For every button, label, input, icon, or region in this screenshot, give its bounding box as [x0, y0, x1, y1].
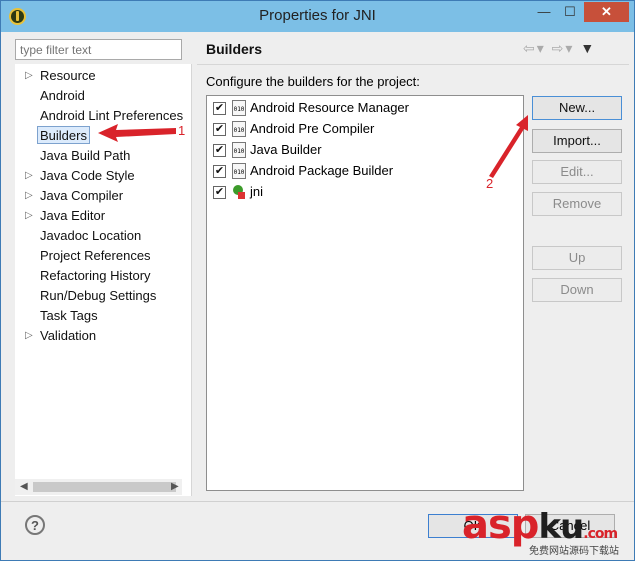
watermark-asp: asp	[462, 502, 539, 548]
scrollbar-thumb[interactable]	[33, 482, 176, 492]
back-menu-icon[interactable]: ▾	[537, 40, 546, 56]
import-button[interactable]: Import...	[532, 129, 622, 153]
builder-checkbox[interactable]: ✔	[213, 123, 226, 136]
close-button[interactable]: ✕	[584, 2, 629, 22]
tree-item-builders[interactable]: Builders	[37, 126, 90, 144]
forward-arrow-icon[interactable]: ⇨	[552, 40, 566, 56]
tree-horizontal-scrollbar[interactable]: ◀ ▶	[15, 479, 182, 495]
builder-label: Android Pre Compiler	[250, 121, 375, 136]
property-page-tree: ▷ Resource Android Android Lint Preferen…	[15, 64, 192, 496]
scroll-left-icon[interactable]: ◀	[20, 479, 28, 495]
tree-item-project-references[interactable]: Project References	[40, 247, 151, 265]
tree-item-java-compiler[interactable]: Java Compiler	[40, 187, 123, 205]
edit-button[interactable]: Edit...	[532, 160, 622, 184]
remove-button[interactable]: Remove	[532, 192, 622, 216]
tree-item-run-debug-settings[interactable]: Run/Debug Settings	[40, 287, 156, 305]
builder-checkbox[interactable]: ✔	[213, 144, 226, 157]
page-navigation: ⇦▾ ⇨▾ ▼	[523, 40, 596, 57]
builder-label: jni	[250, 184, 264, 199]
builder-010-icon: 010	[232, 163, 246, 179]
builder-label: Android Package Builder	[250, 163, 394, 178]
scroll-right-icon[interactable]: ▶	[171, 479, 179, 495]
tree-item-task-tags[interactable]: Task Tags	[40, 307, 98, 325]
expand-java-editor-icon[interactable]: ▷	[25, 207, 33, 225]
filter-input[interactable]	[15, 39, 182, 60]
expand-validation-icon[interactable]: ▷	[25, 327, 33, 345]
watermark-ku: ku	[538, 507, 584, 547]
tree-item-java-code-style[interactable]: Java Code Style	[40, 167, 135, 185]
builder-checkbox[interactable]: ✔	[213, 165, 226, 178]
tree-item-android-lint[interactable]: Android Lint Preferences	[40, 107, 183, 125]
footer-divider	[1, 501, 634, 502]
builder-010-icon: 010	[232, 142, 246, 158]
down-button[interactable]: Down	[532, 278, 622, 302]
tree-item-java-build-path[interactable]: Java Build Path	[40, 147, 130, 165]
external-tool-icon	[232, 184, 246, 200]
view-menu-icon[interactable]: ▼	[580, 40, 596, 56]
tree-item-validation[interactable]: Validation	[40, 327, 96, 345]
expand-java-code-style-icon[interactable]: ▷	[25, 167, 33, 185]
new-button[interactable]: New...	[532, 96, 622, 120]
builder-checkbox[interactable]: ✔	[213, 186, 226, 199]
tree-item-refactoring-history[interactable]: Refactoring History	[40, 267, 151, 285]
properties-dialog: Properties for JNI — ☐ ✕ ▷ Resource Andr…	[0, 0, 635, 561]
expand-java-compiler-icon[interactable]: ▷	[25, 187, 33, 205]
builder-label: Java Builder	[250, 142, 322, 157]
builder-010-icon: 010	[232, 121, 246, 137]
title-bar[interactable]: Properties for JNI — ☐ ✕	[1, 1, 634, 32]
builder-label: Android Resource Manager	[250, 100, 409, 115]
tree-item-resource[interactable]: Resource	[40, 67, 96, 85]
tree-item-android[interactable]: Android	[40, 87, 85, 105]
builder-list: ✔ 010 Android Resource Manager ✔ 010 And…	[206, 95, 524, 491]
builder-checkbox[interactable]: ✔	[213, 102, 226, 115]
up-button[interactable]: Up	[532, 246, 622, 270]
annotation-step-2: 2	[486, 176, 494, 191]
page-title: Builders	[206, 41, 263, 57]
builder-010-icon: 010	[232, 100, 246, 116]
minimize-button[interactable]: —	[532, 2, 556, 22]
back-arrow-icon[interactable]: ⇦	[523, 40, 537, 56]
header-divider	[197, 64, 629, 65]
watermark-subtitle: 免费网站源码下载站	[529, 546, 619, 557]
forward-menu-icon[interactable]: ▾	[565, 40, 574, 56]
watermark-suffix: .com	[583, 526, 618, 542]
tree-item-java-editor[interactable]: Java Editor	[40, 207, 105, 225]
expand-resource-icon[interactable]: ▷	[25, 67, 33, 85]
config-label: Configure the builders for the project:	[206, 74, 420, 89]
annotation-step-1: 1	[178, 123, 186, 138]
tree-item-javadoc-location[interactable]: Javadoc Location	[40, 227, 141, 245]
help-icon[interactable]: ?	[25, 515, 45, 535]
maximize-button[interactable]: ☐	[558, 2, 582, 22]
